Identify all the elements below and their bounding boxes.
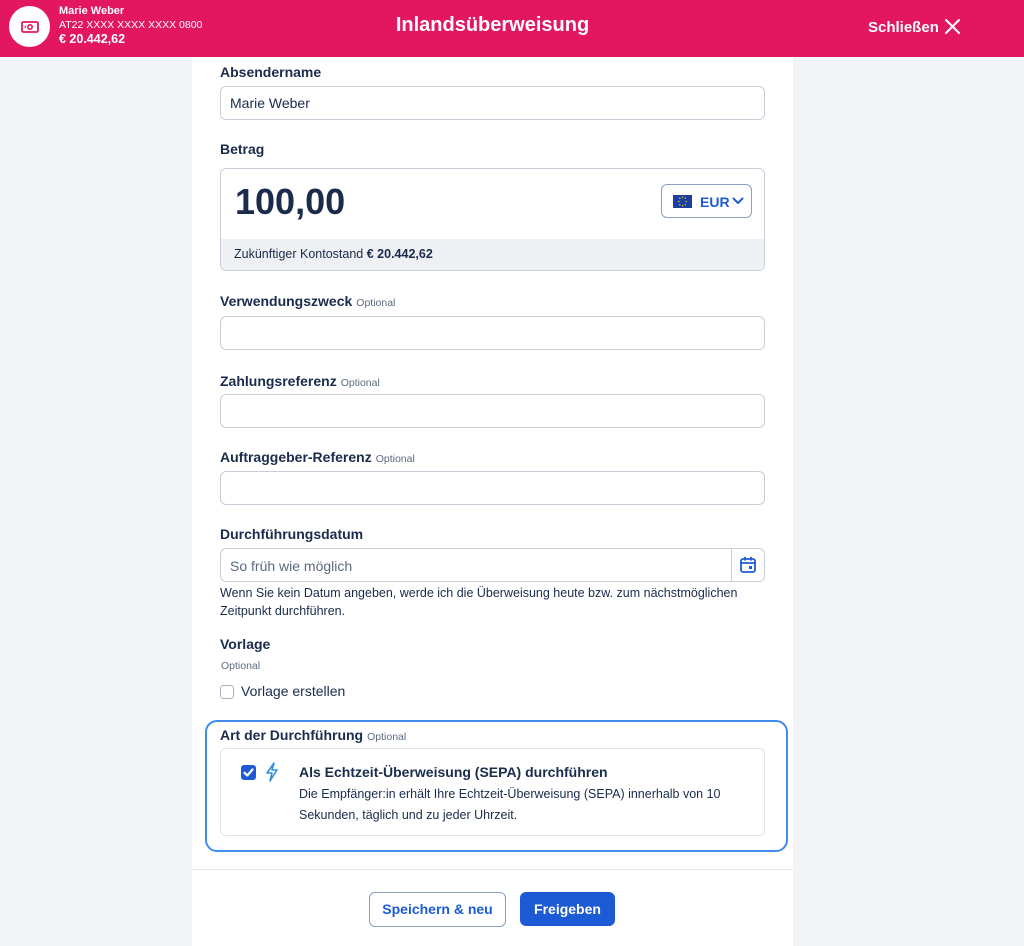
purpose-label-text: Verwendungszweck (220, 293, 353, 309)
execution-type-label: Art der Durchführung Optional (220, 727, 406, 743)
eu-flag-icon (673, 195, 692, 208)
future-balance-label: Zukünftiger Kontostand (234, 247, 364, 261)
calendar-button[interactable] (731, 549, 764, 581)
page-title: Inlandsüberweisung (395, 14, 590, 36)
currency-label: EUR (700, 194, 730, 210)
optional-tag: Optional (340, 377, 380, 389)
amount-box: 100,00 EUR Zukünftiger Kontostand € 20.4… (220, 168, 765, 271)
payment-reference-input[interactable] (220, 394, 765, 428)
execution-date-label: Durchführungsdatum (220, 526, 364, 542)
footer-divider (192, 869, 793, 870)
lightning-icon (266, 762, 278, 782)
release-button[interactable]: Freigeben (520, 892, 615, 926)
create-template-checkbox[interactable] (220, 685, 234, 699)
purpose-input[interactable] (220, 316, 765, 350)
chevron-down-icon (732, 197, 744, 204)
sender-label: Absendername (220, 64, 322, 80)
optional-tag: Optional (221, 660, 261, 672)
currency-select[interactable]: EUR (661, 184, 752, 218)
sender-name-input[interactable]: Marie Weber (220, 86, 765, 120)
save-and-new-button[interactable]: Speichern & neu (369, 892, 506, 927)
create-template-label[interactable]: Vorlage erstellen (241, 683, 345, 699)
amount-input[interactable]: 100,00 (235, 181, 345, 223)
instant-transfer-checkbox[interactable] (241, 765, 256, 780)
execution-type-label-text: Art der Durchführung (220, 727, 364, 743)
future-balance-bar: Zukünftiger Kontostand € 20.442,62 (221, 239, 764, 270)
orderer-reference-label-text: Auftraggeber-Referenz (220, 449, 372, 465)
payment-reference-label-text: Zahlungsreferenz (220, 373, 337, 389)
execution-date-field[interactable]: So früh wie möglich (220, 548, 765, 582)
close-label: Schließen (868, 19, 939, 36)
template-label: Vorlage (220, 636, 271, 652)
header-bar: Marie Weber AT22 XXXX XXXX XXXX 0800 € 2… (0, 0, 1024, 57)
orderer-reference-input[interactable] (220, 471, 765, 505)
execution-date-hint: Wenn Sie kein Datum angeben, werde ich d… (220, 586, 738, 618)
optional-tag: Optional (356, 297, 396, 309)
checkmark-icon (243, 768, 254, 777)
orderer-reference-label: Auftraggeber-Referenz Optional (220, 449, 415, 465)
instant-transfer-option[interactable]: Als Echtzeit-Überweisung (SEPA) durchfüh… (220, 748, 765, 836)
purpose-label: Verwendungszweck Optional (220, 293, 395, 309)
optional-tag: Optional (367, 731, 407, 743)
optional-tag: Optional (375, 453, 415, 465)
payment-reference-label: Zahlungsreferenz Optional (220, 373, 380, 389)
close-icon (945, 19, 960, 34)
instant-transfer-description: Die Empfänger:in erhält Ihre Echtzeit-Üb… (299, 787, 721, 822)
execution-date-placeholder: So früh wie möglich (230, 558, 353, 574)
future-balance-value: € 20.442,62 (366, 247, 433, 261)
amount-label: Betrag (220, 141, 265, 157)
instant-transfer-title: Als Echtzeit-Überweisung (SEPA) durchfüh… (299, 764, 608, 780)
calendar-icon (740, 556, 756, 573)
close-button[interactable]: Schließen (866, 14, 966, 40)
